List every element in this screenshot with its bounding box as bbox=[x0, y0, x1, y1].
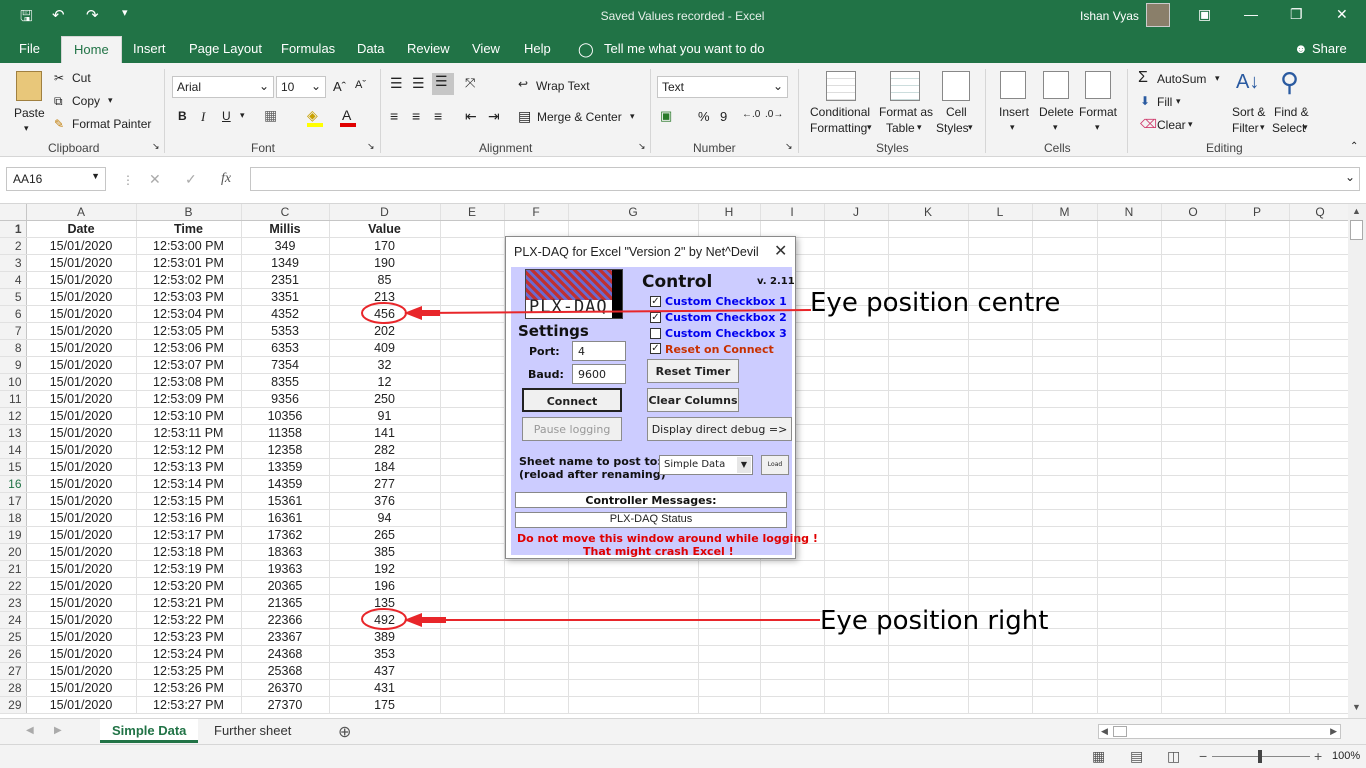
annotation-right: Eye position right bbox=[820, 606, 1049, 636]
annotation-centre: Eye position centre bbox=[810, 288, 1061, 318]
arrow-centre bbox=[361, 302, 812, 324]
arrow-right bbox=[361, 608, 820, 630]
annotation-overlay bbox=[361, 302, 820, 630]
